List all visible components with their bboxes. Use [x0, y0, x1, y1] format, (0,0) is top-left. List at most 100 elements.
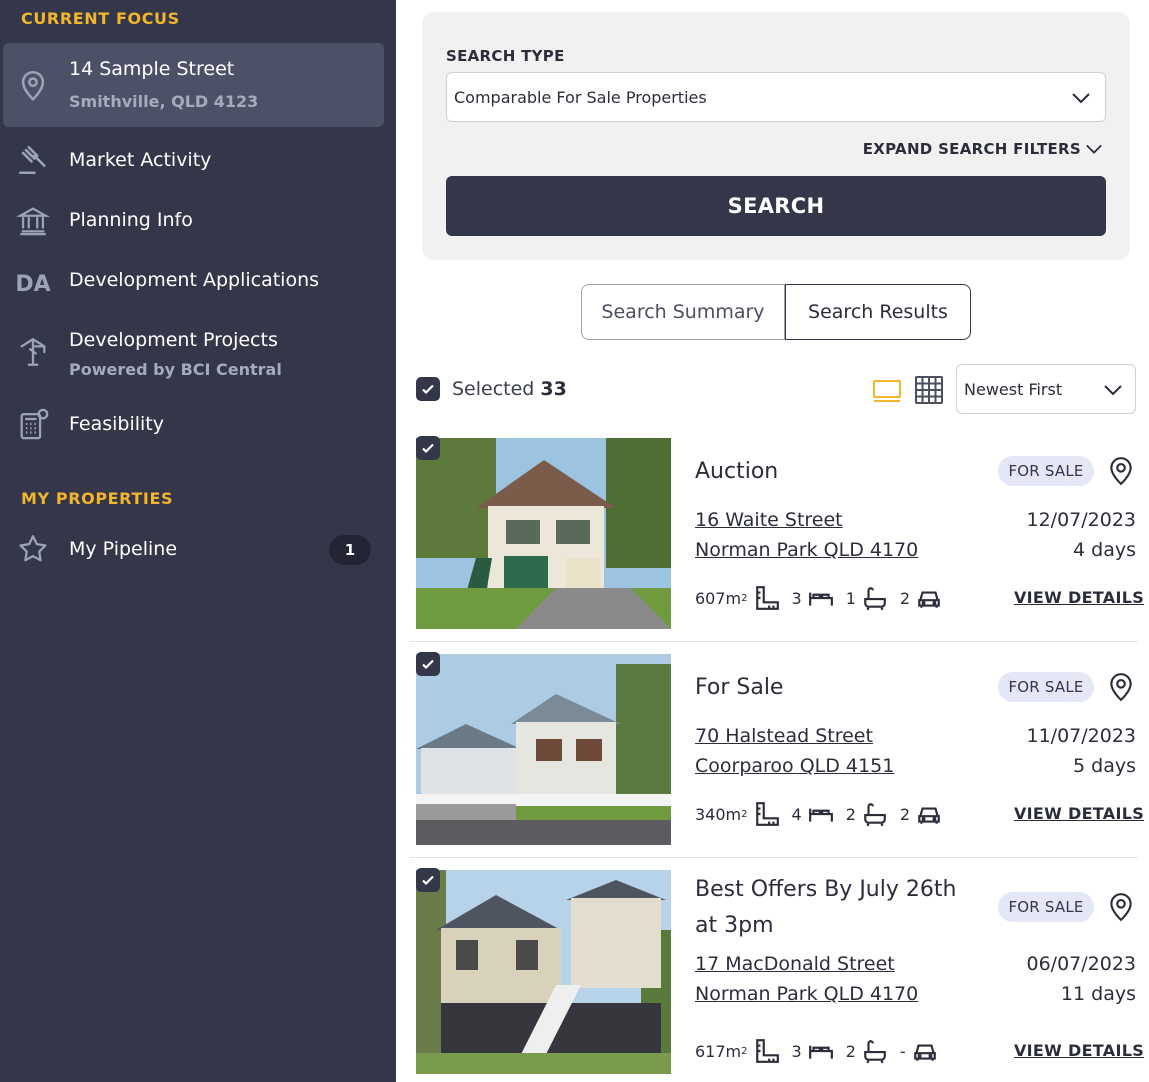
listing-divider — [410, 857, 1138, 858]
listing-days: 4 days — [1073, 539, 1136, 561]
bath-icon — [864, 803, 886, 827]
current-focus-card[interactable]: 14 Sample Street Smithville, QLD 4123 — [3, 43, 384, 127]
listing-street-link[interactable]: 16 Waite Street — [695, 509, 843, 531]
listing-checkbox[interactable] — [416, 436, 440, 460]
land-size-unit-sup: 2 — [741, 592, 748, 604]
land-ruler-icon — [755, 1039, 779, 1063]
house-photo-icon — [416, 870, 671, 1074]
chevron-down-icon — [1086, 144, 1102, 154]
listing-days: 11 days — [1060, 983, 1136, 1005]
house-photo-icon — [416, 438, 671, 629]
sidebar-item-label: Development Applications — [69, 269, 320, 291]
property-photo[interactable] — [416, 870, 671, 1074]
bedrooms: 3 — [791, 588, 802, 608]
land-size-unit-sup: 2 — [741, 1045, 748, 1057]
sidebar-item-planning-info[interactable]: Planning Info — [0, 194, 396, 250]
car-icon — [913, 1044, 936, 1061]
listing-checkbox[interactable] — [416, 652, 440, 676]
select-all-checkbox[interactable] — [416, 377, 440, 401]
tab-search-summary[interactable]: Search Summary — [581, 284, 785, 340]
listing-suburb-link[interactable]: Norman Park QLD 4170 — [695, 539, 918, 561]
sidebar-item-development-projects[interactable]: Development Projects Powered by BCI Cent… — [0, 314, 396, 386]
search-type-value: Comparable For Sale Properties — [454, 88, 707, 107]
sidebar: CURRENT FOCUS 14 Sample Street Smithvill… — [0, 0, 396, 1082]
sidebar-item-development-applications[interactable]: DA Development Applications — [0, 254, 396, 310]
chevron-down-icon — [1072, 93, 1090, 104]
listing-street-link[interactable]: 17 MacDonald Street — [695, 953, 895, 975]
land-size: 607m — [695, 588, 742, 608]
focus-street: 14 Sample Street — [69, 58, 235, 80]
property-photo[interactable] — [416, 438, 671, 629]
listing-date: 12/07/2023 — [1026, 509, 1136, 531]
expand-search-filters-label: EXPAND SEARCH FILTERS — [862, 140, 1081, 158]
check-icon — [422, 443, 434, 454]
tab-search-results[interactable]: Search Results — [785, 284, 971, 340]
sort-value: Newest First — [964, 380, 1063, 399]
view-details-link[interactable]: VIEW DETAILS — [1014, 804, 1144, 823]
listing-headline: Best Offers By July 26th at 3pm — [695, 877, 957, 938]
bed-icon — [808, 808, 833, 822]
sort-select[interactable]: Newest First — [956, 364, 1136, 414]
map-pin-icon[interactable] — [1108, 672, 1134, 702]
sidebar-item-label: Feasibility — [69, 413, 164, 435]
bathrooms: 1 — [845, 588, 856, 608]
sidebar-item-label: Market Activity — [69, 149, 212, 171]
bath-icon — [864, 587, 886, 611]
land-size: 617m — [695, 1041, 742, 1061]
search-button[interactable]: SEARCH — [446, 176, 1106, 236]
car-spaces: 2 — [899, 804, 911, 824]
listing-street-link[interactable]: 70 Halstead Street — [695, 725, 873, 747]
sidebar-item-feasibility[interactable]: Feasibility — [0, 398, 396, 454]
grid-view-icon[interactable] — [913, 374, 945, 406]
car-icon — [918, 807, 940, 824]
pipeline-count-badge: 1 — [329, 535, 371, 565]
land-ruler-icon — [755, 802, 779, 826]
listing-suburb-link[interactable]: Norman Park QLD 4170 — [695, 983, 918, 1005]
view-details-link[interactable]: VIEW DETAILS — [1014, 1041, 1144, 1060]
da-text-icon: DA — [15, 271, 51, 297]
status-badge: FOR SALE — [998, 456, 1094, 486]
list-view-icon[interactable] — [871, 374, 903, 406]
sidebar-item-label: Development Projects — [69, 329, 278, 351]
star-icon — [15, 531, 51, 567]
listing-divider — [410, 641, 1138, 642]
listing-features: 617m 2 3 2 - — [695, 1037, 950, 1065]
listing-features: 340m 2 4 2 2 — [695, 800, 954, 828]
listing-date: 11/07/2023 — [1026, 725, 1136, 747]
check-icon — [422, 384, 434, 395]
car-spaces: 2 — [899, 588, 911, 608]
listing-headline: Auction — [695, 459, 779, 484]
status-badge: FOR SALE — [998, 672, 1094, 702]
view-details-link[interactable]: VIEW DETAILS — [1014, 588, 1144, 607]
land-ruler-icon — [755, 586, 779, 610]
location-pin-icon — [15, 67, 51, 103]
chevron-down-icon — [1104, 385, 1122, 396]
sidebar-item-label: My Pipeline — [69, 538, 178, 560]
listing-checkbox[interactable] — [416, 868, 440, 892]
bedrooms: 4 — [791, 804, 802, 824]
expand-search-filters-button[interactable]: EXPAND SEARCH FILTERS — [863, 140, 1103, 158]
listing-date: 06/07/2023 — [1026, 953, 1136, 975]
bathrooms: 2 — [845, 1041, 856, 1061]
check-icon — [422, 659, 434, 670]
sidebar-item-market-activity[interactable]: Market Activity — [0, 134, 396, 190]
government-building-icon — [15, 202, 51, 238]
listing-suburb-link[interactable]: Coorparoo QLD 4151 — [695, 755, 894, 777]
selected-count-text: Selected 33 — [452, 378, 567, 400]
map-pin-icon[interactable] — [1108, 892, 1134, 922]
map-pin-icon[interactable] — [1108, 456, 1134, 486]
status-badge: FOR SALE — [998, 892, 1094, 922]
search-type-select[interactable]: Comparable For Sale Properties — [446, 72, 1106, 122]
listing-headline: For Sale — [695, 675, 784, 700]
selected-label: Selected — [452, 378, 535, 400]
current-focus-heading: CURRENT FOCUS — [21, 9, 180, 28]
listing-features: 607m 2 3 1 2 — [695, 584, 954, 612]
listing-days: 5 days — [1073, 755, 1136, 777]
bed-icon — [808, 1045, 833, 1059]
bedrooms: 3 — [791, 1041, 802, 1061]
property-photo[interactable] — [416, 654, 671, 845]
house-photo-icon — [416, 654, 671, 845]
focus-suburb: Smithville, QLD 4123 — [69, 92, 259, 111]
search-type-label: SEARCH TYPE — [446, 47, 565, 65]
my-properties-heading: MY PROPERTIES — [21, 489, 174, 508]
